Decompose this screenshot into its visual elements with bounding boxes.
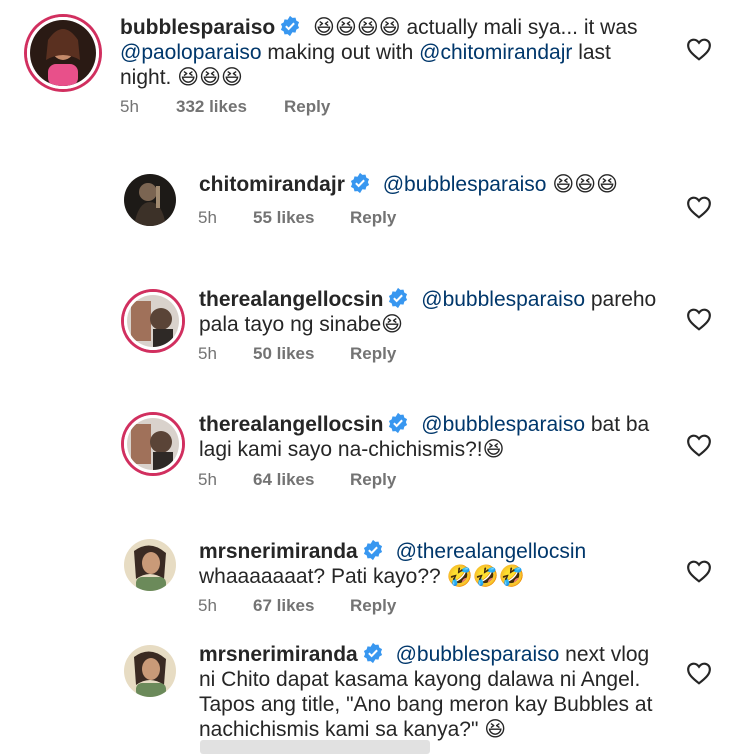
comment-body: chitomirandajr @bubblesparaiso 😆😆😆 (199, 172, 669, 197)
mention-link[interactable]: @bubblesparaiso (421, 413, 585, 436)
reply-button[interactable]: Reply (350, 470, 396, 490)
comment-time: 5h (198, 208, 217, 227)
emoji-text: 😆 (381, 313, 404, 336)
emoji-text: 😆😆😆😆 (313, 16, 401, 39)
comment-likes[interactable]: 332 likes (176, 97, 247, 117)
reply-button[interactable]: Reply (350, 208, 396, 228)
heart-outline-icon[interactable] (686, 433, 712, 457)
mention-link[interactable]: @chitomirandajr (419, 41, 572, 64)
verified-badge-icon (363, 539, 382, 561)
mention-link[interactable]: @bubblesparaiso (396, 643, 560, 666)
comment-time: 5h (120, 97, 139, 116)
mention-link[interactable]: @bubblesparaiso (383, 173, 547, 196)
mention-link[interactable]: @paoloparaiso (120, 41, 262, 64)
comment-username[interactable]: therealangellocsin (199, 413, 383, 436)
emoji-text: 😆😆😆 (552, 173, 619, 196)
comment-body: therealangellocsin @bubblesparaiso bat b… (199, 412, 669, 462)
avatar-image (124, 539, 176, 591)
verified-badge-icon (389, 412, 408, 434)
comment-text-segment: making out with (261, 41, 420, 64)
avatar-therealangellocsin[interactable] (124, 415, 182, 473)
comment-time: 5h (198, 344, 217, 363)
avatar-image (127, 418, 179, 470)
emoji-text: 🤣🤣🤣 (446, 565, 525, 588)
emoji-text: 😆😆😆 (177, 66, 243, 89)
avatar-mrsnerimiranda[interactable] (124, 539, 176, 591)
comment-text-segment: actually mali sya... it was (400, 16, 638, 39)
comment-username[interactable]: chitomirandajr (199, 173, 345, 196)
emoji-text: 😆 (482, 438, 505, 461)
verified-badge-icon (350, 172, 369, 194)
comment-text-segment: whaaaaaaat? Pati kayo?? (199, 565, 447, 588)
comment-body: mrsnerimiranda @therealangellocsin whaaa… (199, 539, 669, 589)
verified-badge-icon (363, 642, 382, 664)
heart-outline-icon[interactable] (686, 195, 712, 219)
mention-link[interactable]: @therealangellocsin (396, 540, 587, 563)
heart-outline-icon[interactable] (686, 559, 712, 583)
mention-link[interactable]: @bubblesparaiso (421, 288, 585, 311)
comment-body: therealangellocsin @bubblesparaiso pareh… (199, 287, 669, 337)
comment-time: 5h (198, 596, 217, 615)
avatar-mrsnerimiranda[interactable] (124, 645, 176, 697)
avatar-image (30, 20, 96, 86)
comment-username[interactable]: mrsnerimiranda (199, 643, 358, 666)
comment-likes[interactable]: 64 likes (253, 470, 314, 490)
comment-meta-cropped (200, 740, 430, 754)
avatar-image (124, 174, 176, 226)
comment-likes[interactable]: 55 likes (253, 208, 314, 228)
comment-username[interactable]: bubblesparaiso (120, 16, 275, 39)
comment-time: 5h (198, 470, 217, 489)
avatar-therealangellocsin[interactable] (124, 292, 182, 350)
avatar-chitomirandajr[interactable] (124, 174, 176, 226)
heart-outline-icon[interactable] (686, 307, 712, 331)
avatar-bubblesparaiso[interactable] (27, 17, 99, 89)
comment-username[interactable]: therealangellocsin (199, 288, 383, 311)
reply-button[interactable]: Reply (350, 344, 396, 364)
verified-badge-icon (281, 15, 300, 37)
comment-body: mrsnerimiranda @bubblesparaiso next vlog… (199, 642, 669, 742)
reply-button[interactable]: Reply (350, 596, 396, 616)
emoji-text: 😆 (484, 718, 507, 741)
comment-likes[interactable]: 50 likes (253, 344, 314, 364)
comment-text: @bubblesparaiso 😆😆😆 (377, 173, 618, 196)
comment-username[interactable]: mrsnerimiranda (199, 540, 358, 563)
heart-outline-icon[interactable] (686, 661, 712, 685)
reply-button[interactable]: Reply (284, 97, 330, 117)
avatar-image (127, 295, 179, 347)
avatar-image (124, 645, 176, 697)
comment-body: bubblesparaiso 😆😆😆😆 actually mali sya...… (120, 15, 660, 90)
heart-outline-icon[interactable] (686, 37, 712, 61)
comment-likes[interactable]: 67 likes (253, 596, 314, 616)
verified-badge-icon (389, 287, 408, 309)
